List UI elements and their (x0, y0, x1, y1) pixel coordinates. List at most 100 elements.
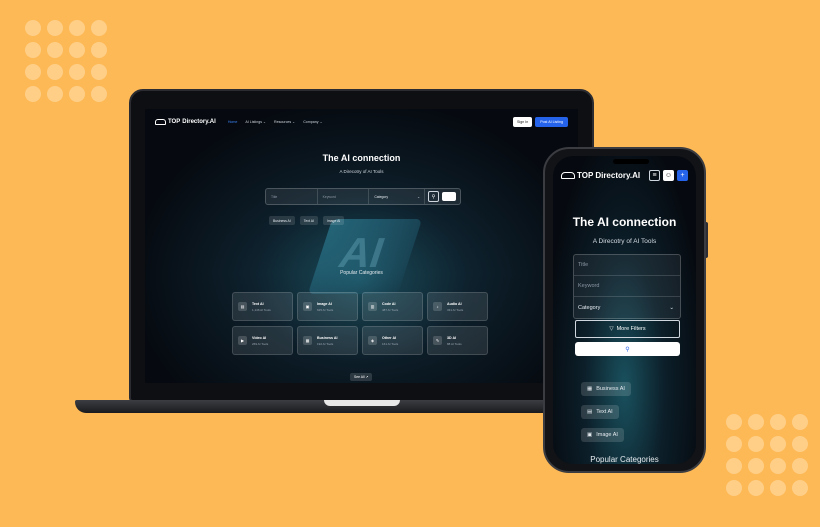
category-card-3d-ai[interactable]: ✎ 3D AI 88 AI Tools (427, 326, 488, 355)
chip-label: Text AI (596, 409, 613, 415)
phone-nav-icons: ≡ ☺ + (649, 170, 688, 181)
more-filters-button[interactable]: ▽ More Filters (575, 320, 680, 338)
category-count: 161 AI Tools (382, 341, 399, 346)
see-all-button[interactable]: See All ↗ (350, 373, 373, 381)
popular-categories-heading: Popular Categories (340, 270, 383, 276)
category-name: Code AI (382, 301, 396, 306)
pen-icon: ✎ (433, 336, 442, 345)
category-card-other-ai[interactable]: ◈ Other AI 161 AI Tools (362, 326, 423, 355)
category-name: Other AI (382, 335, 397, 340)
nav-actions: Sign In Post AI Listing (513, 117, 568, 127)
video-icon: ▶ (238, 336, 247, 345)
chip-business-ai[interactable]: Business AI (269, 216, 295, 225)
phone-search-button[interactable]: ⚲ (575, 342, 680, 356)
category-name: Image AI (317, 301, 332, 306)
category-name: 3D AI (447, 335, 457, 340)
text-icon: ▤ (238, 302, 247, 311)
nav-item-company[interactable]: Company ⌄ (303, 120, 322, 124)
category-count: 192 AI Tools (317, 341, 334, 346)
category-count: 487 AI Tools (382, 307, 399, 312)
code-icon: ▥ (368, 302, 377, 311)
logo-main: TOP (577, 171, 594, 180)
decorative-dots-top-left (25, 20, 107, 102)
laptop-navbar: TOP Directory.AI Home AI Listings ⌄ Reso… (145, 109, 578, 135)
phone-keyword-input[interactable]: Keyword (574, 276, 680, 297)
phone-hero-subtitle: A Direcotry of AI Tools (592, 238, 657, 245)
phone-site-logo[interactable]: TOP Directory.AI (561, 171, 640, 180)
category-count: 1,146 AI Tools (252, 307, 271, 312)
phone-chip-image-ai[interactable]: ▣ Image AI (581, 428, 624, 442)
category-card-image-ai[interactable]: ▣ Image AI 625 AI Tools (297, 292, 358, 321)
user-icon[interactable]: ☺ (663, 170, 674, 181)
sign-in-button[interactable]: Sign In (513, 117, 533, 127)
logo-sub: Directory.AI (595, 171, 641, 180)
hero-subtitle: A Direcotry of AI Tools (339, 169, 384, 174)
phone-category-select[interactable]: Category ⌄ (574, 297, 680, 318)
phone-title-input[interactable]: Title (574, 255, 680, 276)
laptop-notch (324, 400, 400, 406)
filter-icon: ⚲ (431, 193, 436, 200)
title-input[interactable]: Title (266, 189, 318, 204)
chip-image-ai[interactable]: Image AI (322, 216, 345, 225)
car-logo-icon (561, 172, 575, 179)
category-name: Text AI (252, 301, 264, 306)
search-icon: ⚲ (625, 346, 630, 353)
nav-item-resources[interactable]: Resources ⌄ (274, 120, 295, 124)
chip-label: Image AI (596, 432, 618, 438)
category-name: Audio AI (447, 301, 462, 306)
audio-icon: ♪ (433, 302, 442, 311)
car-logo-icon (155, 119, 166, 125)
laptop-screen: AI TOP Directory.AI Home AI Listings ⌄ R… (145, 109, 578, 383)
category-select[interactable]: Category ⌄ (369, 189, 426, 204)
quick-chips: Business AI Text AI Image AI (269, 216, 345, 225)
category-card-code-ai[interactable]: ▥ Code AI 487 AI Tools (362, 292, 423, 321)
image-icon: ▣ (587, 432, 593, 438)
logo-main: TOP (168, 119, 181, 125)
nav-item-home[interactable]: Home (228, 120, 238, 124)
keyword-input[interactable]: Keyword (318, 189, 370, 204)
laptop-mockup: AI TOP Directory.AI Home AI Listings ⌄ R… (129, 89, 594, 402)
chevron-down-icon: ⌄ (417, 194, 421, 199)
category-card-video-ai[interactable]: ▶ Video AI 269 AI Tools (232, 326, 293, 355)
post-listing-button[interactable]: Post AI Listing (535, 117, 568, 127)
main-menu: Home AI Listings ⌄ Resources ⌄ Company ⌄ (228, 120, 323, 124)
category-card-text-ai[interactable]: ▤ Text AI 1,146 AI Tools (232, 292, 293, 321)
hero-title: The AI connection (322, 153, 401, 163)
category-card-audio-ai[interactable]: ♪ Audio AI 331 AI Tools (427, 292, 488, 321)
phone-screen: TOP Directory.AI ≡ ☺ + The AI connection… (553, 156, 696, 464)
more-filters-label: More Filters (616, 326, 646, 332)
briefcase-icon: ▦ (587, 386, 593, 392)
category-count: 269 AI Tools (252, 341, 269, 346)
search-bar: Title Keyword Category ⌄ ⚲ (265, 188, 461, 205)
site-logo[interactable]: TOP Directory.AI (155, 119, 216, 125)
category-name: Video AI (252, 335, 267, 340)
chevron-down-icon: ⌄ (669, 304, 674, 311)
chip-text-ai[interactable]: Text AI (299, 216, 318, 225)
decorative-dots-bottom-right (726, 414, 808, 496)
category-select-label: Category (374, 194, 389, 199)
phone-chip-business-ai[interactable]: ▦ Business AI (581, 382, 631, 396)
image-icon: ▣ (303, 302, 312, 311)
category-card-business-ai[interactable]: ▦ Business AI 192 AI Tools (297, 326, 358, 355)
briefcase-icon: ▦ (303, 336, 312, 345)
search-button[interactable] (442, 192, 457, 201)
filter-funnel-icon: ▽ (609, 326, 614, 332)
phone-mockup: TOP Directory.AI ≡ ☺ + The AI connection… (543, 147, 706, 473)
hamburger-menu-icon[interactable]: ≡ (649, 170, 660, 181)
filter-button[interactable]: ⚲ (428, 191, 440, 202)
phone-popular-heading: Popular Categories (590, 455, 659, 464)
category-count: 331 AI Tools (447, 307, 464, 312)
other-icon: ◈ (368, 336, 377, 345)
phone-category-label: Category (578, 304, 601, 311)
chip-label: Business AI (596, 386, 625, 392)
category-grid: ▤ Text AI 1,146 AI Tools ▣ Image AI 625 AI… (232, 292, 488, 355)
phone-chip-text-ai[interactable]: ▤ Text AI (581, 405, 619, 419)
plus-icon[interactable]: + (677, 170, 688, 181)
phone-camera-notch (613, 159, 649, 164)
text-icon: ▤ (587, 409, 593, 415)
category-name: Business AI (317, 335, 338, 340)
nav-item-ai-listings[interactable]: AI Listings ⌄ (245, 120, 266, 124)
phone-search-form: Title Keyword Category ⌄ (573, 254, 681, 319)
phone-navbar: TOP Directory.AI ≡ ☺ + (561, 170, 688, 181)
category-count: 88 AI Tools (447, 341, 462, 346)
